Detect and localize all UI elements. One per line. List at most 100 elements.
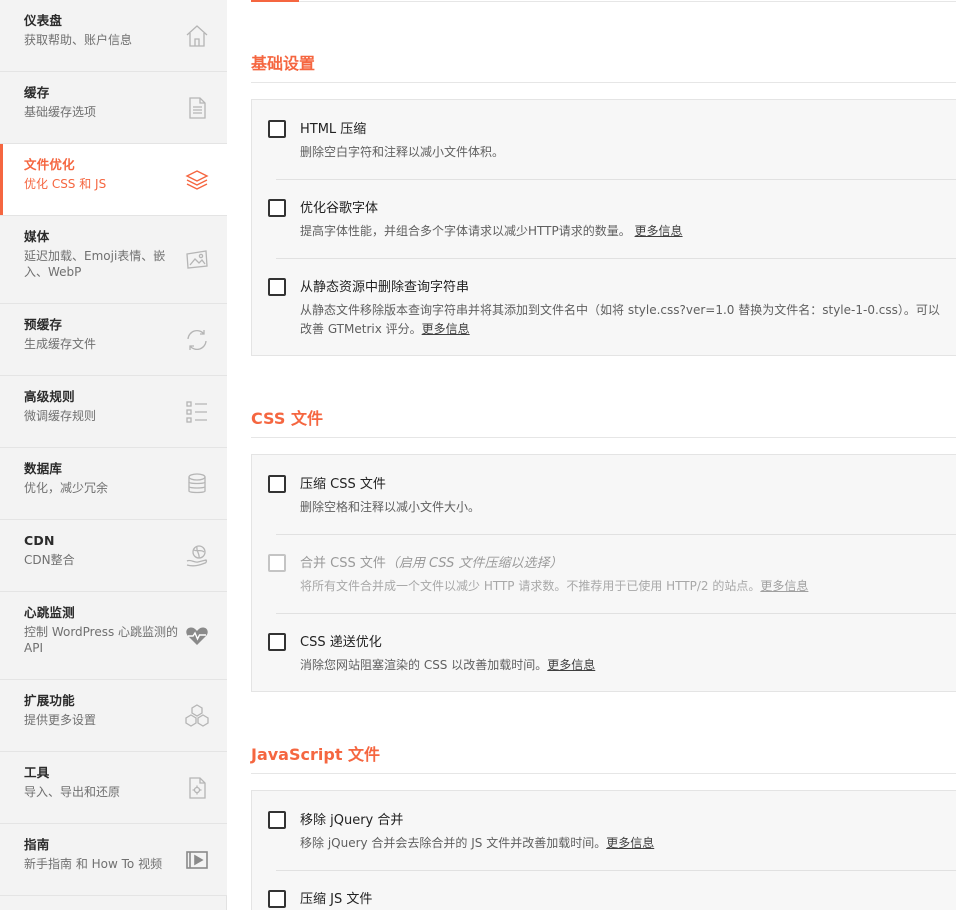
sidebar-item-subtitle: 控制 WordPress 心跳监测的 API — [24, 625, 179, 655]
option-label: 合并 CSS 文件（启用 CSS 文件压缩以选择） — [300, 555, 562, 572]
sidebar-item-title: 工具 — [24, 765, 50, 780]
database-icon — [184, 471, 210, 497]
option-google-fonts: 优化谷歌字体 提高字体性能，并组合多个字体请求以减少HTTP请求的数量。 更多信… — [252, 179, 956, 258]
option-description: 提高字体性能，并组合多个字体请求以减少HTTP请求的数量。 更多信息 — [300, 222, 942, 241]
option-description-text: 提高字体性能，并组合多个字体请求以减少HTTP请求的数量。 — [300, 224, 631, 238]
sidebar-item-title: 扩展功能 — [24, 693, 75, 708]
main-content: 基础设置 HTML 压缩 删除空白字符和注释以减小文件体积。 优化谷歌字体 提高… — [227, 0, 956, 910]
section-title-basic: 基础设置 — [251, 54, 316, 73]
divider — [251, 437, 956, 438]
section-title-javascript: JavaScript 文件 — [251, 745, 381, 764]
minify-js-checkbox[interactable] — [268, 890, 286, 908]
sidebar-item-title: 数据库 — [24, 461, 63, 476]
combine-css-checkbox — [268, 554, 286, 572]
sidebar-item-media[interactable]: 媒体 延迟加载、Emoji表情、嵌入、WebP — [0, 216, 227, 304]
sidebar-item-dashboard[interactable]: 仪表盘 获取帮助、账户信息 — [0, 0, 227, 72]
sidebar-item-preload[interactable]: 预缓存 生成缓存文件 — [0, 304, 227, 376]
option-description: 删除空格和注释以减小文件大小。 — [300, 498, 942, 517]
css-delivery-checkbox[interactable] — [268, 633, 286, 651]
option-label: HTML 压缩 — [300, 122, 367, 137]
more-info-link[interactable]: 更多信息 — [422, 322, 470, 336]
section-title-css: CSS 文件 — [251, 409, 323, 428]
checklist-icon — [184, 399, 210, 425]
option-combine-css: 合并 CSS 文件（启用 CSS 文件压缩以选择） 将所有文件合并成一个文件以减… — [252, 534, 956, 613]
option-description-text: 移除 jQuery 合并会去除合并的 JS 文件并改善加载时间。 — [300, 836, 607, 850]
sidebar-item-subtitle: 延迟加载、Emoji表情、嵌入、WebP — [24, 249, 166, 279]
options-panel-javascript: 移除 jQuery 合并 移除 jQuery 合并会去除合并的 JS 文件并改善… — [251, 790, 956, 910]
more-info-link[interactable]: 更多信息 — [547, 658, 595, 672]
option-description: 将所有文件合并成一个文件以减少 HTTP 请求数。不推荐用于已使用 HTTP/2… — [300, 577, 942, 596]
divider — [251, 773, 956, 774]
refresh-icon — [184, 327, 210, 353]
sidebar-item-cache[interactable]: 缓存 基础缓存选项 — [0, 72, 227, 144]
sidebar-item-subtitle: CDN整合 — [24, 553, 75, 567]
option-label: 压缩 JS 文件 — [300, 892, 373, 907]
sidebar-item-title: 预缓存 — [24, 317, 63, 332]
sidebar-item-subtitle: 优化，减少冗余 — [24, 481, 109, 495]
option-description-text: 删除空白字符和注释以减小文件体积。 — [300, 145, 505, 159]
tab-indicator — [251, 0, 299, 2]
option-label: 优化谷歌字体 — [300, 201, 379, 216]
remove-query-strings-checkbox[interactable] — [268, 278, 286, 296]
google-fonts-checkbox[interactable] — [268, 199, 286, 217]
option-minify-css: 压缩 CSS 文件 删除空格和注释以减小文件大小。 — [252, 455, 956, 534]
more-info-link[interactable]: 更多信息 — [760, 579, 808, 593]
html-minify-checkbox[interactable] — [268, 120, 286, 138]
sidebar-item-advanced-rules[interactable]: 高级规则 微调缓存规则 — [0, 376, 227, 448]
minify-css-checkbox[interactable] — [268, 475, 286, 493]
sidebar-item-title: 文件优化 — [24, 157, 75, 172]
more-info-link[interactable]: 更多信息 — [635, 224, 683, 238]
option-description-text: 从静态文件移除版本查询字符串并将其添加到文件名中（如将 style.css?ve… — [300, 303, 940, 336]
sidebar-item-subtitle: 微调缓存规则 — [24, 409, 97, 423]
sidebar-item-subtitle: 获取帮助、账户信息 — [24, 33, 133, 47]
image-icon — [184, 247, 210, 273]
sidebar-item-addons[interactable]: 扩展功能 提供更多设置 — [0, 680, 227, 752]
sidebar-item-title: 心跳监测 — [24, 605, 75, 620]
sidebar-item-subtitle: 导入、导出和还原 — [24, 785, 121, 799]
sidebar-item-cdn[interactable]: CDN CDN整合 — [0, 520, 227, 592]
sidebar-nav: 仪表盘 获取帮助、账户信息 缓存 基础缓存选项 文件优化 优化 CSS 和 JS… — [0, 0, 227, 910]
option-label: 移除 jQuery 合并 — [300, 813, 404, 828]
option-description: 移除 jQuery 合并会去除合并的 JS 文件并改善加载时间。更多信息 — [300, 834, 942, 853]
option-label: CSS 递送优化 — [300, 635, 382, 650]
option-remove-query-strings: 从静态资源中删除查询字符串 从静态文件移除版本查询字符串并将其添加到文件名中（如… — [252, 258, 956, 356]
option-description: 删除空白字符和注释以减小文件体积。 — [300, 143, 942, 162]
sidebar-item-database[interactable]: 数据库 优化，减少冗余 — [0, 448, 227, 520]
heartbeat-icon — [184, 623, 210, 649]
cdn-icon — [184, 543, 210, 569]
file-gear-icon — [184, 775, 210, 801]
option-html-minify: HTML 压缩 删除空白字符和注释以减小文件体积。 — [252, 100, 956, 179]
option-description-text: 消除您网站阻塞渲染的 CSS 以改善加载时间。 — [300, 658, 548, 672]
remove-jquery-migrate-checkbox[interactable] — [268, 811, 286, 829]
sidebar-item-title: 仪表盘 — [24, 13, 63, 28]
option-description-text: 将所有文件合并成一个文件以减少 HTTP 请求数。不推荐用于已使用 HTTP/2… — [300, 579, 761, 593]
option-hint: （启用 CSS 文件压缩以选择） — [385, 556, 563, 571]
sidebar-item-heartbeat[interactable]: 心跳监测 控制 WordPress 心跳监测的 API — [0, 592, 227, 680]
option-label-text: 合并 CSS 文件 — [300, 556, 386, 571]
options-panel-basic: HTML 压缩 删除空白字符和注释以减小文件体积。 优化谷歌字体 提高字体性能，… — [251, 99, 956, 356]
layers-icon — [184, 167, 210, 193]
divider — [251, 82, 956, 83]
sidebar-item-guide[interactable]: 指南 新手指南 和 How To 视频 — [0, 824, 227, 896]
option-label: 压缩 CSS 文件 — [300, 477, 386, 492]
sidebar-item-file-optimization[interactable]: 文件优化 优化 CSS 和 JS — [0, 144, 227, 216]
sidebar-item-tools[interactable]: 工具 导入、导出和还原 — [0, 752, 227, 824]
option-minify-js: 压缩 JS 文件 — [252, 870, 956, 910]
sidebar-item-title: CDN — [24, 533, 55, 548]
option-description: 从静态文件移除版本查询字符串并将其添加到文件名中（如将 style.css?ve… — [300, 301, 942, 339]
cubes-icon — [184, 703, 210, 729]
option-css-delivery: CSS 递送优化 消除您网站阻塞渲染的 CSS 以改善加载时间。更多信息 — [252, 613, 956, 692]
sidebar-item-subtitle: 基础缓存选项 — [24, 105, 97, 119]
divider — [251, 1, 956, 2]
more-info-link[interactable]: 更多信息 — [606, 836, 654, 850]
sidebar-item-title: 指南 — [24, 837, 50, 852]
sidebar-item-title: 高级规则 — [24, 389, 75, 404]
sidebar-item-subtitle: 优化 CSS 和 JS — [24, 177, 107, 191]
options-panel-css: 压缩 CSS 文件 删除空格和注释以减小文件大小。 合并 CSS 文件（启用 C… — [251, 454, 956, 692]
sidebar-item-subtitle: 生成缓存文件 — [24, 337, 97, 351]
document-icon — [184, 95, 210, 121]
option-remove-jquery-migrate: 移除 jQuery 合并 移除 jQuery 合并会去除合并的 JS 文件并改善… — [252, 791, 956, 870]
sidebar-item-subtitle: 新手指南 和 How To 视频 — [24, 857, 163, 871]
sidebar-item-title: 媒体 — [24, 229, 50, 244]
sidebar-item-subtitle: 提供更多设置 — [24, 713, 97, 727]
